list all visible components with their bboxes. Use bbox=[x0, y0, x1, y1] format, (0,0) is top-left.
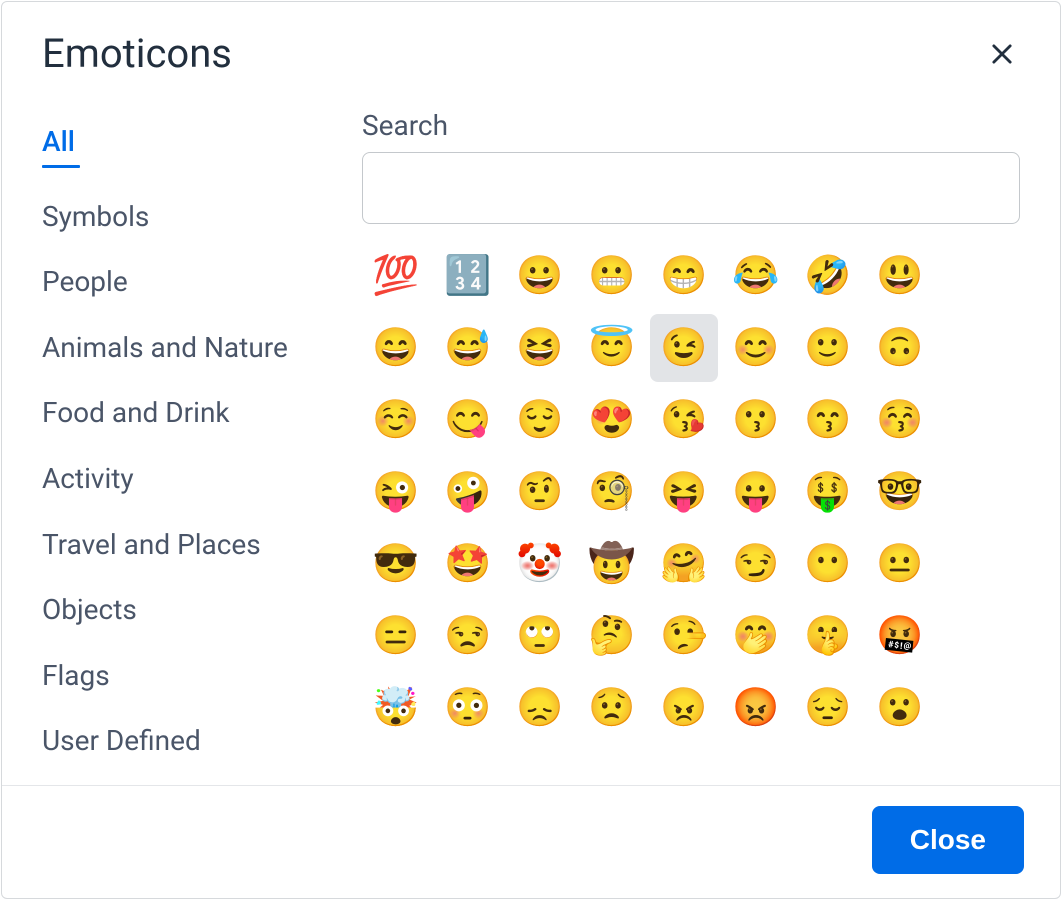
emoji-worried-face[interactable]: 😟 bbox=[578, 674, 646, 742]
emoji-face-with-tongue[interactable]: 😛 bbox=[722, 458, 790, 526]
emoji-relieved-face[interactable]: 😌 bbox=[506, 386, 574, 454]
emoji-neutral-face[interactable]: 😐 bbox=[866, 530, 934, 598]
emoji-clown-face[interactable]: 🤡 bbox=[506, 530, 574, 598]
emoji-smiling-face-smiling-eyes[interactable]: 😊 bbox=[722, 314, 790, 382]
emoji-smiling-face[interactable]: ☺️ bbox=[362, 386, 430, 454]
category-tab-label: User Defined bbox=[42, 724, 201, 757]
search-label: Search bbox=[362, 109, 1020, 142]
emoji-zany-face[interactable]: 🤪 bbox=[434, 458, 502, 526]
emoji-winking-face[interactable]: 😉 bbox=[650, 314, 718, 382]
category-tab-label: People bbox=[42, 265, 128, 298]
emoji-kissing-smiling-eyes[interactable]: 😙 bbox=[794, 386, 862, 454]
emoji-heart-eyes[interactable]: 😍 bbox=[578, 386, 646, 454]
emoji-rolling-on-the-floor-laughing[interactable]: 🤣 bbox=[794, 242, 862, 310]
emoji-face-blowing-a-kiss[interactable]: 😘 bbox=[650, 386, 718, 454]
emoji-winking-face-with-tongue[interactable]: 😜 bbox=[362, 458, 430, 526]
emoji-kissing-closed-eyes[interactable]: 😚 bbox=[866, 386, 934, 454]
dialog-body: All Symbols People Animals and Nature Food a… bbox=[2, 89, 1060, 785]
emoji-unamused-face[interactable]: 😒 bbox=[434, 602, 502, 670]
emoji-hundred-points[interactable]: 💯 bbox=[362, 242, 430, 310]
emoji-grinning-face[interactable]: 😀 bbox=[506, 242, 574, 310]
emoji-hugging-face[interactable]: 🤗 bbox=[650, 530, 718, 598]
category-tab-user-defined[interactable]: User Defined bbox=[42, 708, 338, 774]
category-tab-label: All bbox=[42, 125, 75, 158]
emoji-expressionless-face[interactable]: 😑 bbox=[362, 602, 430, 670]
category-tab-label: Food and Drink bbox=[42, 396, 230, 429]
category-tab-all[interactable]: All bbox=[42, 109, 338, 184]
category-tab-label: Animals and Nature bbox=[42, 331, 288, 364]
emoji-star-struck[interactable]: 🤩 bbox=[434, 530, 502, 598]
emoji-grid: 💯🔢😀😬😁😂🤣😃 😄😅😆😇😉😊🙂🙃 ☺️😋😌😍😘😗😙😚 😜🤪🤨🧐😝😛🤑🤓 😎🤩🤡🤠🤗😏😶… bbox=[362, 242, 1014, 742]
emoji-face-with-symbols-on-mouth[interactable]: 🤬 bbox=[866, 602, 934, 670]
emoji-smiling-face-with-sunglasses[interactable]: 😎 bbox=[362, 530, 430, 598]
emoji-smiling-face-with-halo[interactable]: 😇 bbox=[578, 314, 646, 382]
emoji-face-savoring-food[interactable]: 😋 bbox=[434, 386, 502, 454]
emoji-face-with-rolling-eyes[interactable]: 🙄 bbox=[506, 602, 574, 670]
category-tab-people[interactable]: People bbox=[42, 249, 338, 315]
emoji-money-mouth-face[interactable]: 🤑 bbox=[794, 458, 862, 526]
emoji-grinning-face-smiling-eyes[interactable]: 😄 bbox=[362, 314, 430, 382]
emoji-scroll-area[interactable]: 💯🔢😀😬😁😂🤣😃 😄😅😆😇😉😊🙂🙃 ☺️😋😌😍😘😗😙😚 😜🤪🤨🧐😝😛🤑🤓 😎🤩🤡🤠🤗😏😶… bbox=[362, 242, 1020, 775]
close-button[interactable]: Close bbox=[872, 806, 1024, 874]
emoji-beaming-face[interactable]: 😁 bbox=[650, 242, 718, 310]
emoji-grimacing-face[interactable]: 😬 bbox=[578, 242, 646, 310]
emoji-cowboy-hat-face[interactable]: 🤠 bbox=[578, 530, 646, 598]
main-panel: Search 💯🔢😀😬😁😂🤣😃 😄😅😆😇😉😊🙂🙃 ☺️😋😌😍😘😗😙😚 😜🤪🤨🧐😝😛🤑🤓… bbox=[362, 109, 1020, 775]
emoji-input-numbers[interactable]: 🔢 bbox=[434, 242, 502, 310]
emoji-pouting-face[interactable]: 😡 bbox=[722, 674, 790, 742]
emoji-flushed-face[interactable]: 😳 bbox=[434, 674, 502, 742]
emoji-smirking-face[interactable]: 😏 bbox=[722, 530, 790, 598]
emoji-upside-down-face[interactable]: 🙃 bbox=[866, 314, 934, 382]
emoji-pensive-face[interactable]: 😔 bbox=[794, 674, 862, 742]
emoji-face-without-mouth[interactable]: 😶 bbox=[794, 530, 862, 598]
dialog-footer: Close bbox=[2, 785, 1060, 898]
emoji-grinning-face-big-eyes[interactable]: 😃 bbox=[866, 242, 934, 310]
search-input[interactable] bbox=[362, 152, 1020, 224]
emoji-face-with-tears-of-joy[interactable]: 😂 bbox=[722, 242, 790, 310]
category-tab-label: Objects bbox=[42, 593, 137, 626]
category-tab-symbols[interactable]: Symbols bbox=[42, 184, 338, 250]
emoji-exploding-head[interactable]: 🤯 bbox=[362, 674, 430, 742]
emoji-grinning-squinting-face[interactable]: 😆 bbox=[506, 314, 574, 382]
emoji-face-with-hand-over-mouth[interactable]: 🤭 bbox=[722, 602, 790, 670]
emoji-squinting-face-with-tongue[interactable]: 😝 bbox=[650, 458, 718, 526]
close-icon[interactable] bbox=[984, 36, 1020, 72]
emoji-thinking-face[interactable]: 🤔 bbox=[578, 602, 646, 670]
dialog-title: Emoticons bbox=[42, 30, 232, 77]
dialog-header: Emoticons bbox=[2, 2, 1060, 89]
emoji-shushing-face[interactable]: 🤫 bbox=[794, 602, 862, 670]
emoji-lying-face[interactable]: 🤥 bbox=[650, 602, 718, 670]
emoji-kissing-face[interactable]: 😗 bbox=[722, 386, 790, 454]
category-tab-travel-and-places[interactable]: Travel and Places bbox=[42, 512, 338, 578]
emoji-nerd-face[interactable]: 🤓 bbox=[866, 458, 934, 526]
emoji-face-with-open-mouth[interactable]: 😮 bbox=[866, 674, 934, 742]
category-tab-label: Flags bbox=[42, 659, 110, 692]
emoji-slightly-smiling-face[interactable]: 🙂 bbox=[794, 314, 862, 382]
category-tab-objects[interactable]: Objects bbox=[42, 577, 338, 643]
category-tab-flags[interactable]: Flags bbox=[42, 643, 338, 709]
category-tab-animals-and-nature[interactable]: Animals and Nature bbox=[42, 315, 338, 381]
emoji-face-with-raised-eyebrow[interactable]: 🤨 bbox=[506, 458, 574, 526]
emoji-grinning-face-with-sweat[interactable]: 😅 bbox=[434, 314, 502, 382]
category-tab-food-and-drink[interactable]: Food and Drink bbox=[42, 380, 338, 446]
category-tab-activity[interactable]: Activity bbox=[42, 446, 338, 512]
category-sidebar: All Symbols People Animals and Nature Food a… bbox=[42, 109, 362, 775]
category-tab-label: Activity bbox=[42, 462, 134, 495]
emoji-disappointed-face[interactable]: 😞 bbox=[506, 674, 574, 742]
category-tab-label: Symbols bbox=[42, 200, 149, 233]
emoji-angry-face[interactable]: 😠 bbox=[650, 674, 718, 742]
emoticons-dialog: Emoticons All Symbols People Animals and Na… bbox=[1, 1, 1061, 899]
emoji-face-with-monocle[interactable]: 🧐 bbox=[578, 458, 646, 526]
category-tab-label: Travel and Places bbox=[42, 528, 261, 561]
